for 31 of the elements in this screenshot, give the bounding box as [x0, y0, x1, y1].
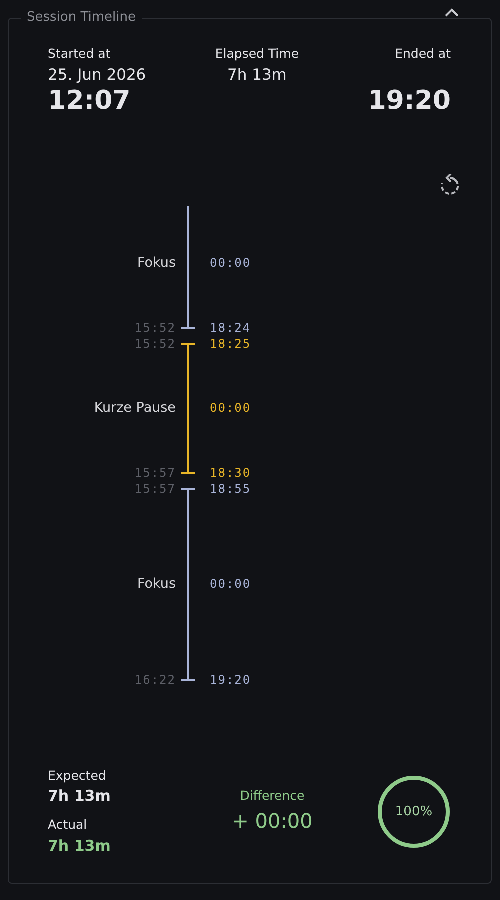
field-label: Difference: [239, 787, 306, 806]
segment-duration: 00:00: [209, 400, 252, 416]
segment-label: Fokus: [136, 254, 176, 272]
segment-label: Kurze Pause: [93, 399, 176, 418]
end-time: 15:52: [134, 320, 176, 336]
field-label: Started at: [48, 45, 112, 63]
field-label: Ended at: [394, 45, 451, 63]
duration-text: 7h 13m: [48, 836, 112, 856]
reset-button[interactable]: [439, 174, 461, 198]
end-time: 18:24: [209, 320, 252, 336]
date-text: 25. Jun 2026: [48, 64, 146, 86]
field-label: Expected: [48, 766, 108, 785]
segment-duration: 00:00: [209, 254, 252, 271]
end-time: 15:57: [134, 464, 176, 481]
start-time: 15:57: [134, 480, 176, 497]
end-time: 18:30: [209, 464, 252, 481]
end-time: 19:20: [209, 672, 252, 688]
start-time: 18:25: [209, 336, 252, 352]
duration-text: 7h 13m: [226, 64, 288, 86]
field-label: Actual: [48, 816, 88, 834]
segment-label: Fokus: [136, 575, 176, 594]
field-label: Elapsed Time: [215, 45, 300, 63]
start-time: 15:52: [134, 336, 176, 352]
end-time: 16:22: [134, 672, 176, 688]
segment-duration: 00:00: [209, 576, 252, 592]
duration-text: 7h 13m: [48, 786, 112, 808]
percent-text: 100%: [395, 803, 433, 821]
time-text: 12:07: [48, 87, 132, 116]
start-time: 18:55: [209, 480, 252, 497]
difference-value: + 00:00: [231, 808, 314, 836]
time-text: 19:20: [368, 87, 451, 116]
